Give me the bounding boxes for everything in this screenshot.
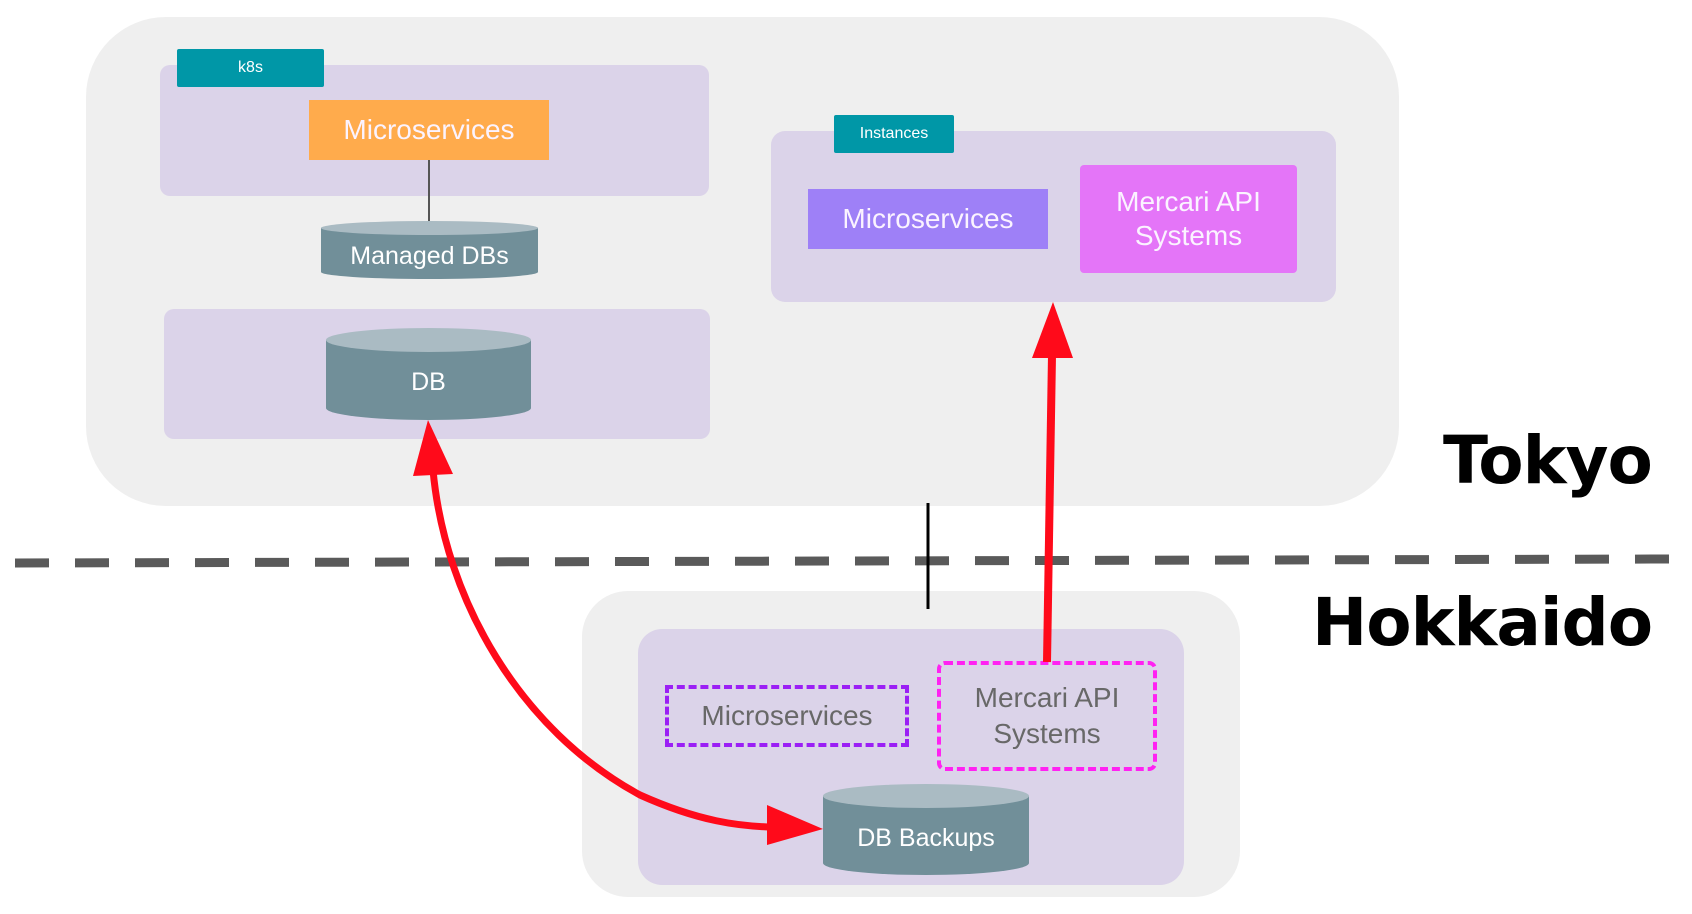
tokyo-mercari-api-node[interactable]: Mercari API Systems — [1080, 165, 1297, 273]
hokkaido-label: Hokkaido — [1312, 584, 1653, 661]
tokyo-mercari-api-line2: Systems — [1134, 220, 1243, 251]
tokyo-label: Tokyo — [1443, 422, 1653, 499]
k8s-tag: k8s — [177, 49, 324, 87]
instances-tag: Instances — [834, 115, 954, 153]
db-group — [164, 309, 710, 439]
hokkaido-mercari-api-line2: Systems — [993, 718, 1101, 749]
region-divider — [14, 554, 1670, 568]
hokkaido-mercari-api-node[interactable]: Mercari API Systems — [937, 661, 1157, 771]
k8s-microservices-node[interactable]: Microservices — [309, 100, 549, 160]
tokyo-mercari-api-line1: Mercari API — [1116, 186, 1261, 217]
hokkaido-microservices-node[interactable]: Microservices — [665, 685, 909, 747]
instances-microservices-node[interactable]: Microservices — [808, 189, 1048, 249]
hokkaido-mercari-api-line1: Mercari API — [974, 682, 1120, 713]
